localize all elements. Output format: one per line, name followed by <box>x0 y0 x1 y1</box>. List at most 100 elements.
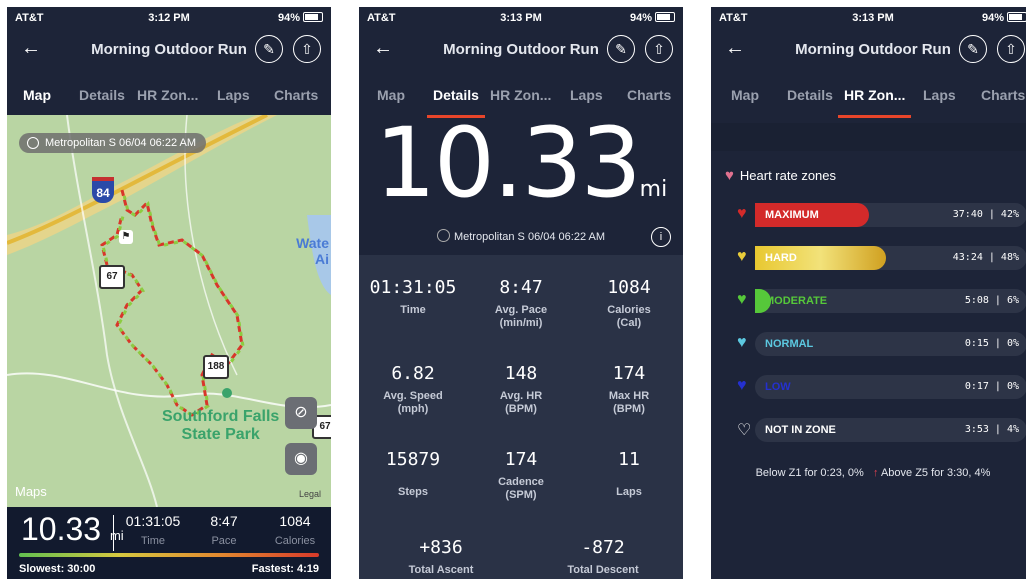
share-button[interactable]: ⇧ <box>997 35 1025 63</box>
stat-value: 174 <box>612 363 646 384</box>
map-date-chip: Metropolitan S 06/04 06:22 AM <box>19 133 207 153</box>
stats-grid: 01:31:05 Time 8:47 Avg. Pace (min/mi) 1084… <box>359 255 683 579</box>
zone-value: 3:53 | 4% <box>964 424 1019 435</box>
clock-icon <box>436 229 450 242</box>
summary-calories: 1084 Calories <box>265 513 325 547</box>
route-shield-188: 188 <box>203 355 229 379</box>
park-label-text: Southford Falls State Park <box>162 408 280 443</box>
stat-time: 01:31:05 Time <box>359 277 467 317</box>
stat-label: Avg. Pace (min/mi) <box>494 304 548 329</box>
pencil-icon: ✎ <box>615 41 627 57</box>
maps-logo-text: Maps <box>15 484 47 499</box>
tab-map[interactable]: Map <box>377 87 405 103</box>
slowest-pace: Slowest: 30:00 <box>19 563 96 575</box>
stat-label: Laps <box>616 486 642 498</box>
route-map[interactable]: Metropolitan S 06/04 06:22 AM 84 67 188 … <box>7 115 331 507</box>
hr-zones-heading: ♥ Heart rate zones <box>725 167 836 184</box>
zone-label: LOW <box>765 381 791 393</box>
edit-button[interactable]: ✎ <box>255 35 283 63</box>
tab-map[interactable]: Map <box>17 87 57 118</box>
edit-button[interactable]: ✎ <box>959 35 987 63</box>
interstate-shield: 84 <box>92 177 114 203</box>
eye-icon: ◉ <box>294 450 308 467</box>
status-bar: AT&T 3:13 PM 94% <box>359 7 683 29</box>
battery-icon <box>303 12 323 22</box>
tab-hr-zones[interactable]: HR Zon... <box>137 87 198 103</box>
edit-button[interactable]: ✎ <box>607 35 635 63</box>
stat-label: Calories (Cal) <box>607 304 651 329</box>
upload-icon: ⇧ <box>1005 41 1017 57</box>
route-toggle-button[interactable]: ⊘ <box>285 397 317 429</box>
distance-hero: 10.33mi <box>359 107 683 219</box>
tab-laps[interactable]: Laps <box>570 87 603 103</box>
stat-value: 1084 <box>607 277 651 298</box>
zone-label: NORMAL <box>765 338 814 350</box>
screen-map: AT&T 3:12 PM 94% ← Morning Outdoor Run ✎… <box>7 7 331 579</box>
apple-maps-logo: Maps <box>15 484 47 499</box>
stat-label: Cadence (SPM) <box>498 476 544 501</box>
tab-details[interactable]: Details <box>79 87 125 103</box>
summary-time: 01:31:05 Time <box>123 513 183 547</box>
battery-label: 94% <box>629 12 652 24</box>
status-bar: AT&T 3:12 PM 94% <box>7 7 331 29</box>
stat-total-descent: -872 Total Descent <box>549 537 657 577</box>
tab-map[interactable]: Map <box>731 87 759 103</box>
info-button[interactable]: i <box>651 227 671 247</box>
pencil-icon: ✎ <box>263 41 275 57</box>
pace-range: Slowest: 30:00 Fastest: 4:19 <box>19 563 319 575</box>
stat-value: 174 <box>504 449 538 470</box>
below-zone-text: Below Z1 for 0:23, 0% <box>755 467 864 479</box>
zone-row: ♥ MAXIMUM 37:40 | 42% <box>733 203 1026 227</box>
stat-calories: 1084 Calories (Cal) <box>575 277 683 330</box>
section-spacer <box>711 123 1026 151</box>
zone-row: ♥ MODERATE 5:08 | 6% <box>733 289 1026 313</box>
heart-icon: ♥ <box>737 377 747 394</box>
route-off-icon: ⊘ <box>294 404 308 421</box>
stat-label: Avg. HR (BPM) <box>499 390 543 415</box>
summary-bar: 10.33 mi 01:31:05 Time 8:47 Pace 1084 Calor… <box>7 507 331 579</box>
stat-label: Total Ascent <box>408 564 474 576</box>
stat-label: Time <box>400 304 426 316</box>
stat-value: -872 <box>581 537 625 558</box>
summary-pace: 8:47 Pace <box>194 513 254 547</box>
heart-icon: ♡ <box>737 422 752 439</box>
summary-time-label: Time <box>140 535 166 547</box>
tab-charts[interactable]: Charts <box>627 87 671 103</box>
map-chip-label: Metropolitan S 06/04 06:22 AM <box>45 137 197 149</box>
tab-laps[interactable]: Laps <box>217 87 250 103</box>
info-icon: i <box>659 231 663 243</box>
nav-header: ← Morning Outdoor Run ✎ ⇧ <box>711 31 1026 71</box>
zone-value: 5:08 | 6% <box>964 295 1019 306</box>
visibility-button[interactable]: ◉ <box>285 443 317 475</box>
park-label: Southford Falls State Park <box>162 408 279 444</box>
legal-link[interactable]: Legal <box>299 489 321 499</box>
zone-value: 43:24 | 48% <box>952 252 1019 263</box>
distance-unit: mi <box>639 177 668 202</box>
share-button[interactable]: ⇧ <box>645 35 673 63</box>
summary-pace-value: 8:47 <box>210 513 238 529</box>
summary-distance-value: 10.33 <box>21 511 102 547</box>
fastest-pace: Fastest: 4:19 <box>251 563 319 575</box>
divider <box>113 515 114 551</box>
stat-label: Avg. Speed (mph) <box>383 390 443 415</box>
stat-steps: 15879 Steps <box>359 449 467 499</box>
tab-hr-zones[interactable]: HR Zon... <box>837 87 912 118</box>
stat-value: 148 <box>504 363 538 384</box>
tab-details[interactable]: Details <box>787 87 833 103</box>
share-button[interactable]: ⇧ <box>293 35 321 63</box>
stat-value: 15879 <box>385 449 441 470</box>
hr-zones-title: Heart rate zones <box>739 168 837 183</box>
zone-footer: Below Z1 for 0:23, 0% ↑ Above Z5 for 3:3… <box>711 467 1026 479</box>
tab-details[interactable]: Details <box>427 87 485 118</box>
screen-hr-zones: AT&T 3:13 PM 94% ← Morning Outdoor Run ✎… <box>711 7 1026 579</box>
pencil-icon: ✎ <box>967 41 979 57</box>
tab-bar: Map Details HR Zon... Laps Charts <box>711 79 1026 119</box>
tab-charts[interactable]: Charts <box>274 87 318 103</box>
battery-label: 94% <box>981 12 1004 24</box>
tab-hr-zones[interactable]: HR Zon... <box>490 87 551 103</box>
tab-charts[interactable]: Charts <box>981 87 1025 103</box>
zone-value: 37:40 | 42% <box>952 209 1019 220</box>
zone-value: 0:15 | 0% <box>964 338 1019 349</box>
tab-laps[interactable]: Laps <box>923 87 956 103</box>
stat-cadence: 174 Cadence (SPM) <box>467 449 575 502</box>
